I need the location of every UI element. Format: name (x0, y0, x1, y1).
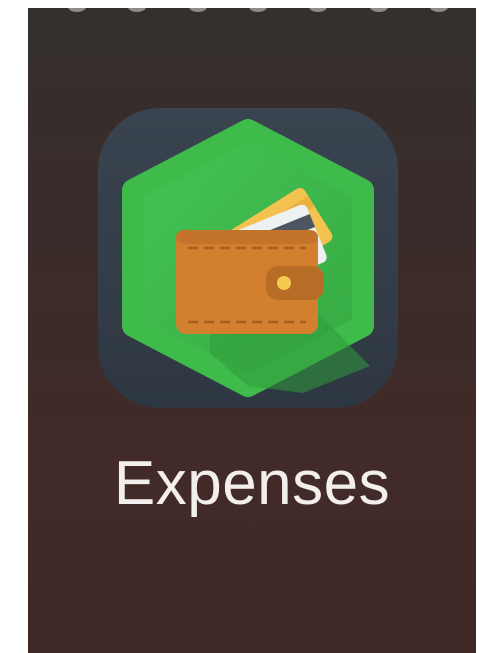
page-dot (248, 8, 267, 12)
app-label[interactable]: Expenses (28, 448, 476, 519)
page-dot (188, 8, 207, 12)
page-dot (309, 8, 328, 12)
page-dot (369, 8, 388, 12)
page-dot (429, 8, 448, 12)
page-dot (68, 8, 86, 12)
home-screen: Expenses (28, 8, 476, 653)
page-dot (128, 8, 147, 12)
expenses-app-icon[interactable] (98, 108, 398, 408)
wallet-icon (98, 108, 398, 408)
page-indicator (68, 8, 448, 14)
